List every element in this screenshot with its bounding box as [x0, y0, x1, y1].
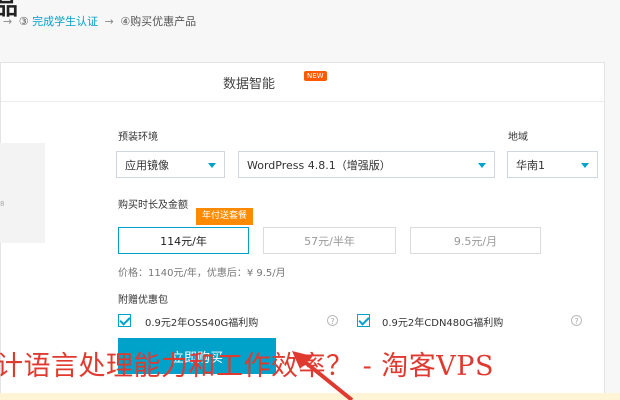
annotation-arrow-icon	[292, 351, 354, 400]
watermark-text: 计语言处理能力和工作效率？ - 淘客VPS	[0, 351, 494, 382]
